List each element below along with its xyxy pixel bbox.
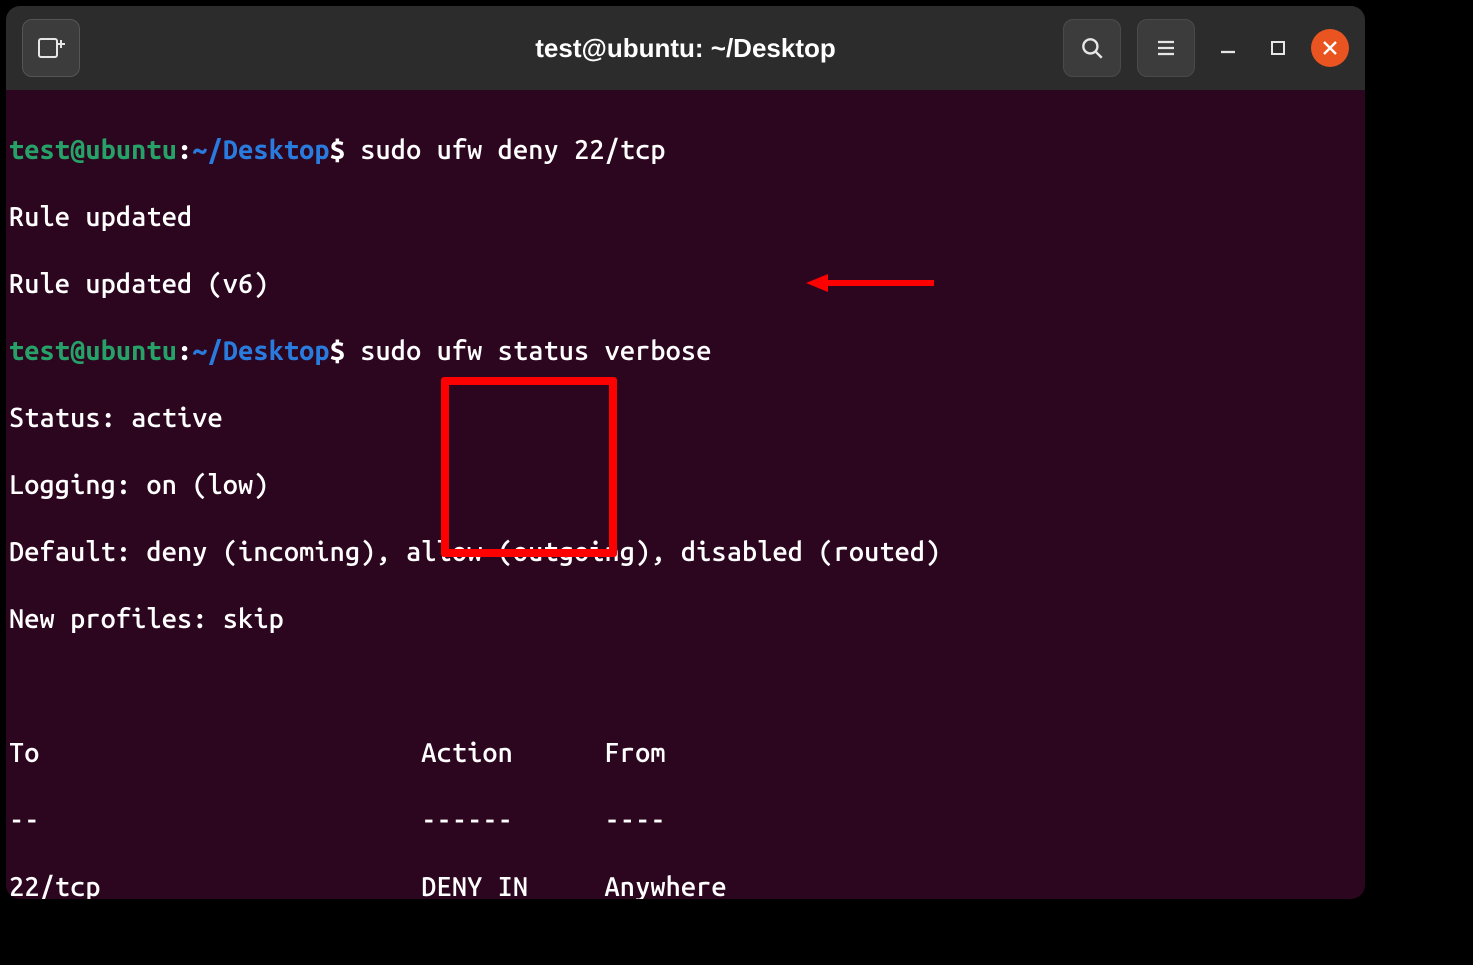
prompt-colon: : bbox=[177, 135, 192, 165]
maximize-button[interactable] bbox=[1261, 31, 1295, 65]
new-tab-button[interactable] bbox=[22, 19, 80, 77]
maximize-icon bbox=[1269, 39, 1287, 57]
output-line: Logging: on (low) bbox=[9, 469, 1363, 503]
search-icon bbox=[1079, 35, 1105, 61]
terminal-body[interactable]: test@ubuntu:~/Desktop$ sudo ufw deny 22/… bbox=[6, 90, 1365, 899]
output-line: Default: deny (incoming), allow (outgoin… bbox=[9, 536, 1363, 570]
terminal-window: test@ubuntu: ~/Desktop bbox=[6, 6, 1365, 899]
command-2: sudo ufw status verbose bbox=[345, 336, 711, 366]
output-line: Rule updated bbox=[9, 201, 1363, 235]
output-line: Rule updated (v6) bbox=[9, 268, 1363, 302]
hamburger-icon bbox=[1154, 36, 1178, 60]
titlebar[interactable]: test@ubuntu: ~/Desktop bbox=[6, 6, 1365, 90]
close-icon bbox=[1321, 39, 1339, 57]
prompt-colon: : bbox=[177, 336, 192, 366]
prompt-dollar: $ bbox=[330, 135, 345, 165]
menu-button[interactable] bbox=[1137, 19, 1195, 77]
close-button[interactable] bbox=[1311, 29, 1349, 67]
output-line: New profiles: skip bbox=[9, 603, 1363, 637]
output-line: Status: active bbox=[9, 402, 1363, 436]
search-button[interactable] bbox=[1063, 19, 1121, 77]
prompt-userhost: test@ubuntu bbox=[9, 135, 177, 165]
prompt-path: ~/Desktop bbox=[192, 135, 329, 165]
table-row: 22/tcp DENY IN Anywhere bbox=[9, 871, 1363, 900]
prompt-userhost: test@ubuntu bbox=[9, 336, 177, 366]
new-tab-icon bbox=[36, 36, 66, 60]
minimize-icon bbox=[1218, 38, 1238, 58]
table-separator: -- ------ ---- bbox=[9, 804, 1363, 838]
prompt-path: ~/Desktop bbox=[192, 336, 329, 366]
table-header: To Action From bbox=[9, 737, 1363, 771]
minimize-button[interactable] bbox=[1211, 31, 1245, 65]
prompt-dollar: $ bbox=[330, 336, 345, 366]
output-blank bbox=[9, 670, 1363, 704]
command-1: sudo ufw deny 22/tcp bbox=[345, 135, 666, 165]
